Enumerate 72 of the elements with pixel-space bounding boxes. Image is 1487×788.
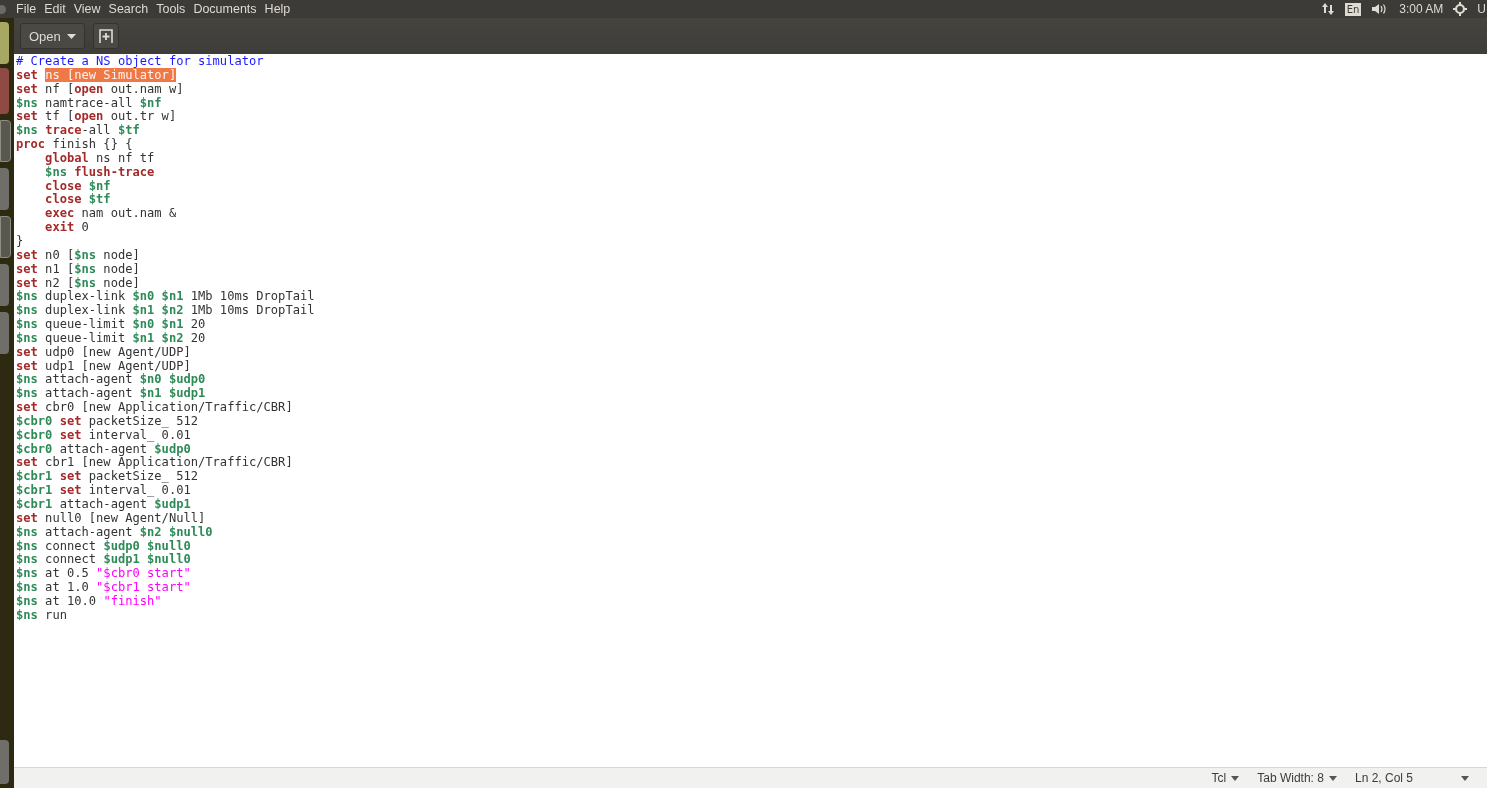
menu-item[interactable]: Search — [104, 2, 153, 16]
code-line: set ns [new Simulator] — [16, 68, 177, 83]
code-line: $cbr1 set packetSize_ 512 — [16, 470, 199, 485]
code-line: exec nam out.nam & — [44, 207, 177, 221]
menu-item[interactable]: Documents — [189, 2, 261, 16]
new-tab-icon — [97, 29, 114, 43]
code-line: proc finish {} { — [16, 138, 133, 152]
code-line: exit 0 — [44, 221, 89, 235]
language-dropdown[interactable]: Tcl — [1211, 771, 1240, 785]
code-line: $ns namtrace-all $nf — [16, 96, 162, 110]
launcher-icon[interactable] — [0, 168, 9, 210]
code-line: $cbr0 set packetSize_ 512 — [16, 414, 199, 429]
code-line: set nf [open out.nam w] — [16, 82, 184, 97]
clock[interactable]: 3:00 AM — [1399, 2, 1444, 16]
cursor-position: Ln 2, Col 5 — [1354, 771, 1413, 785]
code-line: $cbr1 attach-agent $udp1 — [16, 498, 191, 512]
code-line: $ns duplex-link $n0 $n1 1Mb 10ms DropTail — [16, 290, 315, 304]
menu-item[interactable]: View — [69, 2, 105, 16]
code-line: $ns queue-limit $n1 $n2 20 — [16, 331, 206, 346]
launcher-icon[interactable] — [0, 120, 11, 162]
code-line: $ns trace-all $tf — [16, 124, 140, 138]
code-line: $ns duplex-link $n1 $n2 1Mb 10ms DropTail — [16, 304, 315, 318]
code-line: $cbr0 set interval_ 0.01 — [16, 428, 191, 443]
tab-width-dropdown[interactable]: Tab Width: 8 — [1257, 771, 1337, 785]
code-line: set udp0 [new Agent/UDP] — [16, 345, 191, 360]
launcher-icon[interactable] — [0, 22, 9, 64]
code-line: $cbr0 attach-agent $udp0 — [16, 442, 191, 457]
user-menu[interactable]: U — [1477, 2, 1486, 16]
gear-icon[interactable] — [1453, 2, 1468, 16]
caret-icon[interactable] — [1461, 775, 1469, 781]
new-tab-button[interactable] — [92, 23, 119, 49]
code-line: close $tf — [44, 193, 111, 208]
code-line: $ns attach-agent $n2 $null0 — [16, 525, 213, 540]
code-line: # Create a NS object for simulator — [16, 55, 264, 69]
menu-item[interactable]: File — [12, 2, 41, 16]
code-line: global ns nf tf — [44, 151, 155, 166]
code-line: set n2 [$ns node] — [16, 276, 140, 290]
launcher-icon[interactable] — [0, 740, 9, 784]
open-button[interactable]: Open — [20, 23, 85, 49]
code-line: $ns attach-agent $n0 $udp0 — [16, 373, 206, 388]
code-line: $ns connect $udp1 $null0 — [16, 553, 191, 567]
code-line: $ns at 0.5 "$cbr0 start" — [16, 567, 191, 581]
code-line: $ns run — [16, 608, 67, 623]
caret-icon — [1231, 775, 1240, 781]
code-line: set cbr1 [new Application/Traffic/CBR] — [16, 456, 293, 470]
code-line: $ns at 10.0 "finish" — [16, 594, 162, 609]
code-line: $ns queue-limit $n0 $n1 20 — [16, 318, 206, 332]
code-line: $cbr1 set interval_ 0.01 — [16, 484, 191, 498]
launcher-icon[interactable] — [0, 264, 9, 306]
menu-item[interactable]: Edit — [40, 2, 70, 16]
caret-icon — [66, 33, 76, 39]
menu-item[interactable]: Tools — [152, 2, 190, 16]
code-line: set null0 [new Agent/Null] — [16, 511, 206, 526]
code-line: $ns at 1.0 "$cbr1 start" — [16, 581, 191, 595]
code-line: set udp1 [new Agent/UDP] — [16, 359, 191, 374]
code-line: set cbr0 [new Application/Traffic/CBR] — [16, 401, 293, 415]
code-line: } — [16, 234, 24, 249]
code-line: $ns attach-agent $n1 $udp1 — [16, 387, 206, 401]
launcher-icon[interactable] — [0, 216, 11, 258]
caret-icon — [1328, 775, 1337, 781]
code-line: $ns flush-trace — [44, 165, 155, 180]
code-line: set n1 [$ns node] — [16, 262, 140, 277]
launcher-icon[interactable] — [0, 68, 9, 114]
code-line: $ns connect $udp0 $null0 — [16, 539, 191, 554]
network-icon[interactable] — [1320, 2, 1335, 16]
code-line: set n0 [$ns node] — [16, 248, 140, 263]
code-line: close $nf — [44, 179, 111, 193]
menu-item[interactable]: Help — [260, 2, 295, 16]
launcher-icon[interactable] — [0, 312, 9, 354]
keyboard-layout-indicator[interactable]: En — [1344, 2, 1362, 16]
close-icon[interactable] — [0, 4, 6, 14]
code-line: set tf [open out.tr w] — [16, 110, 177, 124]
